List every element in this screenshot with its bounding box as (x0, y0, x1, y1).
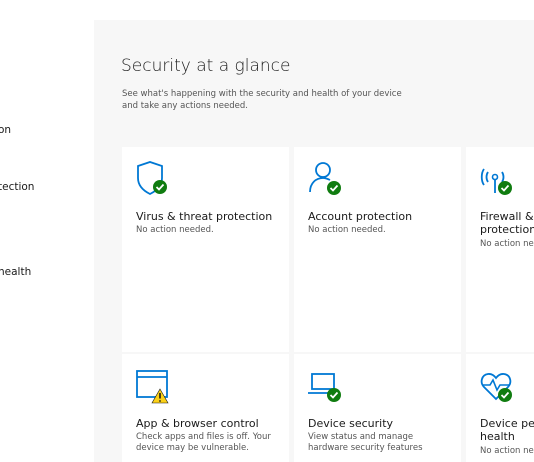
main-content: Security at a glance See what's happenin… (94, 20, 534, 462)
shield-icon (135, 161, 171, 197)
tile-title: Device security (308, 417, 394, 430)
wifi-signal-icon (479, 161, 515, 197)
tile-title: Device performance & health (480, 417, 534, 443)
tile-title: Account protection (308, 210, 413, 223)
tile-virus-threat-protection[interactable]: Virus & threat protection No action need… (122, 147, 289, 352)
page-title: Security at a glance (121, 56, 291, 76)
tile-title: App & browser control (136, 417, 259, 430)
tile-title: Firewall & network protection (480, 210, 534, 236)
heart-pulse-icon (479, 368, 515, 404)
tile-title: Virus & threat protection (136, 210, 273, 223)
browser-window-icon (135, 368, 171, 404)
tile-device-performance-health[interactable]: Device performance & health No action ne… (466, 354, 534, 462)
laptop-icon (307, 368, 343, 404)
sidebar-item-account-protection[interactable]: on (0, 124, 11, 136)
tile-device-security[interactable]: Device security View status and manage h… (294, 354, 461, 462)
tile-status-text: No action needed. (480, 446, 534, 456)
tile-status-text: No action needed. (136, 225, 214, 235)
tile-app-browser-control[interactable]: App & browser control Check apps and fil… (122, 354, 289, 462)
tile-status-text: Check apps and files is off. Your device… (136, 432, 271, 453)
tile-firewall-network-protection[interactable]: Firewall & network protection No action … (466, 147, 534, 352)
tile-status-text: View status and manage hardware security… (308, 432, 423, 453)
account-icon (307, 161, 343, 197)
tile-account-protection[interactable]: Account protection No action needed. (294, 147, 461, 352)
sidebar-item-firewall-protection[interactable]: tection (0, 181, 34, 193)
page-subtitle: See what's happening with the security a… (122, 89, 402, 111)
sidebar-nav: on tection health (0, 0, 94, 462)
sidebar-item-device-health[interactable]: health (0, 266, 31, 278)
tile-status-text: No action needed. (480, 239, 534, 249)
tile-status-text: No action needed. (308, 225, 386, 235)
